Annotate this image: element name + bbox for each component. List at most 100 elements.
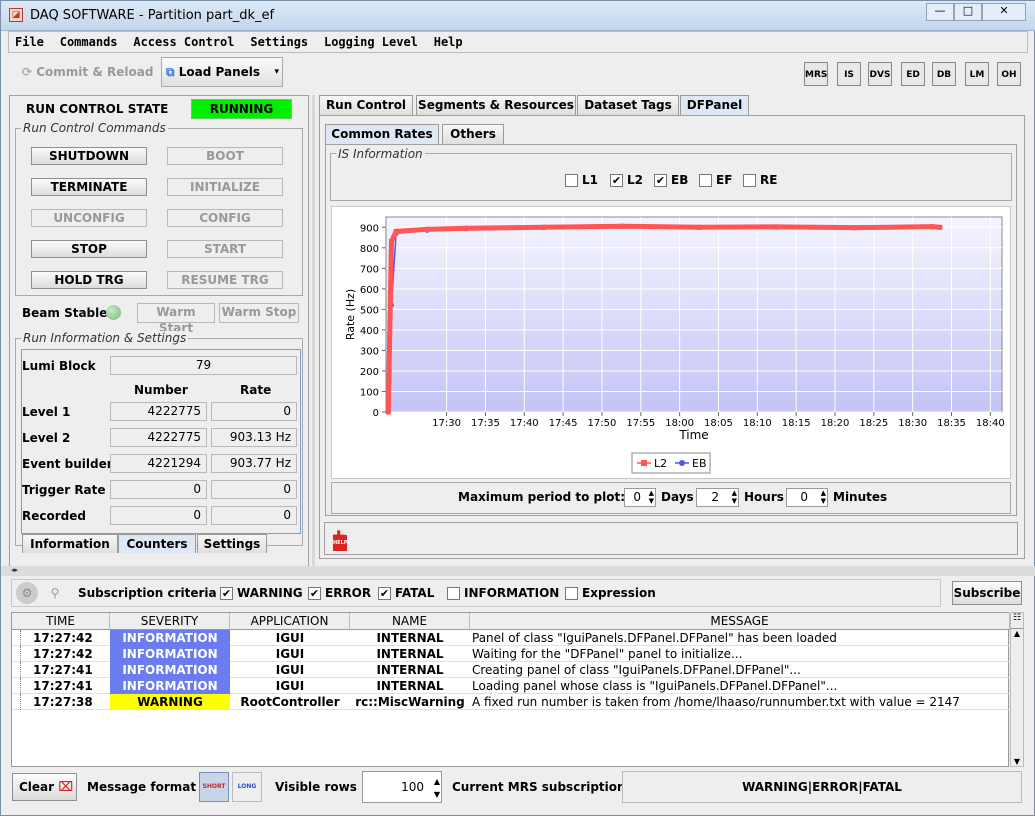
checkbox-information[interactable] — [447, 587, 460, 600]
chevron-down-icon[interactable]: ▾ — [274, 58, 279, 86]
terminate-button[interactable]: TERMINATE — [31, 178, 147, 196]
tab-settings[interactable]: Settings — [197, 534, 267, 553]
scroll-down-icon[interactable]: ▼ — [1011, 757, 1023, 766]
severity-cell: INFORMATION — [110, 662, 230, 678]
checkbox-eb[interactable]: ✔ — [654, 174, 667, 187]
unconfig-button[interactable]: UNCONFIG — [31, 209, 147, 227]
warm-stop-button[interactable]: Warm Stop — [219, 303, 299, 323]
scroll-up-icon[interactable]: ▲ — [1011, 629, 1023, 638]
spinner-arrows-icon[interactable]: ▲ ▼ — [821, 489, 826, 505]
time-cell: 17:27:41 — [20, 678, 110, 694]
visible-rows-spinner[interactable]: 100 ▲ ▼ — [362, 771, 442, 803]
long-format-button[interactable]: LONG — [232, 772, 262, 802]
subscribe-button[interactable]: Subscribe — [952, 581, 1022, 605]
hours-label: Hours — [744, 490, 784, 504]
severity-cell: INFORMATION — [110, 678, 230, 694]
menu-access-control[interactable]: Access Control — [127, 32, 240, 52]
menu-settings[interactable]: Settings — [244, 32, 314, 52]
x-tick-label: 17:50 — [588, 418, 617, 429]
table-row[interactable]: 17:27:42 INFORMATION IGUI INTERNAL Waiting f… — [12, 646, 1010, 662]
commit-reload-button[interactable]: ⟳ Commit & Reload — [14, 59, 157, 85]
beam-stable-indicator — [106, 305, 121, 320]
tab-counters[interactable]: Counters — [118, 534, 196, 553]
menu-file[interactable]: File — [9, 32, 50, 52]
mrs-icon[interactable]: MRS — [804, 62, 828, 86]
checkbox-re[interactable] — [743, 174, 756, 187]
column-header-time[interactable]: TIME — [12, 613, 110, 630]
db-icon[interactable]: DB — [932, 62, 956, 86]
checkbox-l2[interactable]: ✔ — [610, 174, 623, 187]
x-tick-label: 18:20 — [821, 418, 850, 429]
column-header-name[interactable]: NAME — [350, 613, 470, 630]
start-button[interactable]: START — [167, 240, 283, 258]
short-format-button[interactable]: SHORT — [199, 772, 229, 802]
y-tick-label: 300 — [360, 346, 379, 357]
settings-gear-icon[interactable]: ⚙ — [16, 582, 38, 604]
legend-label: EB — [692, 457, 707, 470]
checkbox-error[interactable]: ✔ — [308, 587, 321, 600]
resume-trg-button[interactable]: RESUME TRG — [167, 271, 283, 289]
column-header-severity[interactable]: SEVERITY — [110, 613, 230, 630]
clear-button[interactable]: Clear ⌧ — [12, 773, 77, 801]
table-row[interactable]: 17:27:41 INFORMATION IGUI INTERNAL Loading p… — [12, 678, 1010, 694]
checkbox-expression[interactable] — [565, 587, 578, 600]
is-icon[interactable]: IS — [837, 62, 861, 86]
load-panels-button[interactable]: ⧉ Load Panels ▾ — [161, 57, 283, 87]
minutes-spinner[interactable]: 0 ▲ ▼ — [786, 488, 828, 507]
initialize-button[interactable]: INITIALIZE — [167, 178, 283, 196]
tab-others[interactable]: Others — [442, 124, 504, 144]
minimize-button[interactable]: — — [926, 3, 954, 21]
tab-dfpanel[interactable]: DFPanel — [680, 95, 749, 115]
boot-button[interactable]: BOOT — [167, 147, 283, 165]
shutdown-button[interactable]: SHUTDOWN — [31, 147, 147, 165]
column-header-message[interactable]: MESSAGE — [470, 613, 1010, 630]
table-row[interactable]: 17:27:38 WARNING RootController rc::MiscWar… — [12, 694, 1010, 710]
menu-commands[interactable]: Commands — [54, 32, 124, 52]
tab-information[interactable]: Information — [22, 534, 118, 553]
lm-icon[interactable]: LM — [965, 62, 989, 86]
checkbox-label: INFORMATION — [464, 586, 560, 600]
menu-logging-level[interactable]: Logging Level — [318, 32, 424, 52]
close-button[interactable]: ✕ — [982, 3, 1026, 21]
number-column-header: Number — [134, 383, 188, 397]
spinner-arrows-icon[interactable]: ▲ ▼ — [649, 489, 654, 505]
dvs-icon[interactable]: DVS — [868, 62, 892, 86]
hold-trg-button[interactable]: HOLD TRG — [31, 271, 147, 289]
tab-common-rates[interactable]: Common Rates — [325, 124, 439, 144]
pane-divider[interactable]: ◂▸ — [1, 566, 1035, 576]
beam-stable-label: Beam Stable — [22, 306, 108, 320]
spinner-arrows-icon[interactable]: ▲ ▼ — [732, 489, 737, 505]
filter-icon[interactable]: ⚲ — [45, 583, 65, 603]
ed-icon[interactable]: ED — [901, 62, 925, 86]
config-button[interactable]: CONFIG — [167, 209, 283, 227]
column-control-icon[interactable]: ☷ — [1011, 613, 1023, 629]
column-header-application[interactable]: APPLICATION — [230, 613, 350, 630]
tab-dataset-tags[interactable]: Dataset Tags — [577, 95, 679, 115]
checkbox-ef[interactable] — [699, 174, 712, 187]
table-row[interactable]: 17:27:42 INFORMATION IGUI INTERNAL Panel of … — [12, 630, 1010, 646]
data-point-l2 — [393, 228, 399, 234]
table-row[interactable]: 17:27:41 INFORMATION IGUI INTERNAL Creating … — [12, 662, 1010, 678]
name-cell: INTERNAL — [376, 631, 444, 645]
help-icon[interactable]: ✚HELP — [332, 529, 350, 551]
hours-spinner[interactable]: 2 ▲ ▼ — [696, 488, 739, 507]
checkbox-label: RE — [760, 173, 778, 187]
message-table: TIME SEVERITY APPLICATION NAME MESSAGE 17:27… — [11, 612, 1010, 767]
table-scrollbar[interactable]: ☷ ▲ ▼ — [1010, 612, 1024, 767]
tab-segments-resources[interactable]: Segments & Resources — [416, 95, 576, 115]
stop-button[interactable]: STOP — [31, 240, 147, 258]
checkbox-l1[interactable] — [565, 174, 578, 187]
oh-icon[interactable]: OH — [997, 62, 1021, 86]
time-cell: 17:27:38 — [20, 694, 110, 710]
severity-cell: INFORMATION — [110, 630, 230, 646]
tab-run-control[interactable]: Run Control — [319, 95, 413, 115]
checkbox-fatal[interactable]: ✔ — [378, 587, 391, 600]
splitter[interactable] — [312, 95, 315, 569]
maximize-button[interactable]: □ — [954, 3, 982, 21]
warm-start-button[interactable]: Warm Start — [137, 303, 215, 335]
menu-help[interactable]: Help — [428, 32, 469, 52]
spinner-arrows-icon[interactable]: ▲ ▼ — [434, 775, 440, 801]
days-spinner[interactable]: 0 ▲ ▼ — [624, 488, 656, 507]
data-point-l2 — [388, 239, 394, 245]
checkbox-warning[interactable]: ✔ — [220, 587, 233, 600]
